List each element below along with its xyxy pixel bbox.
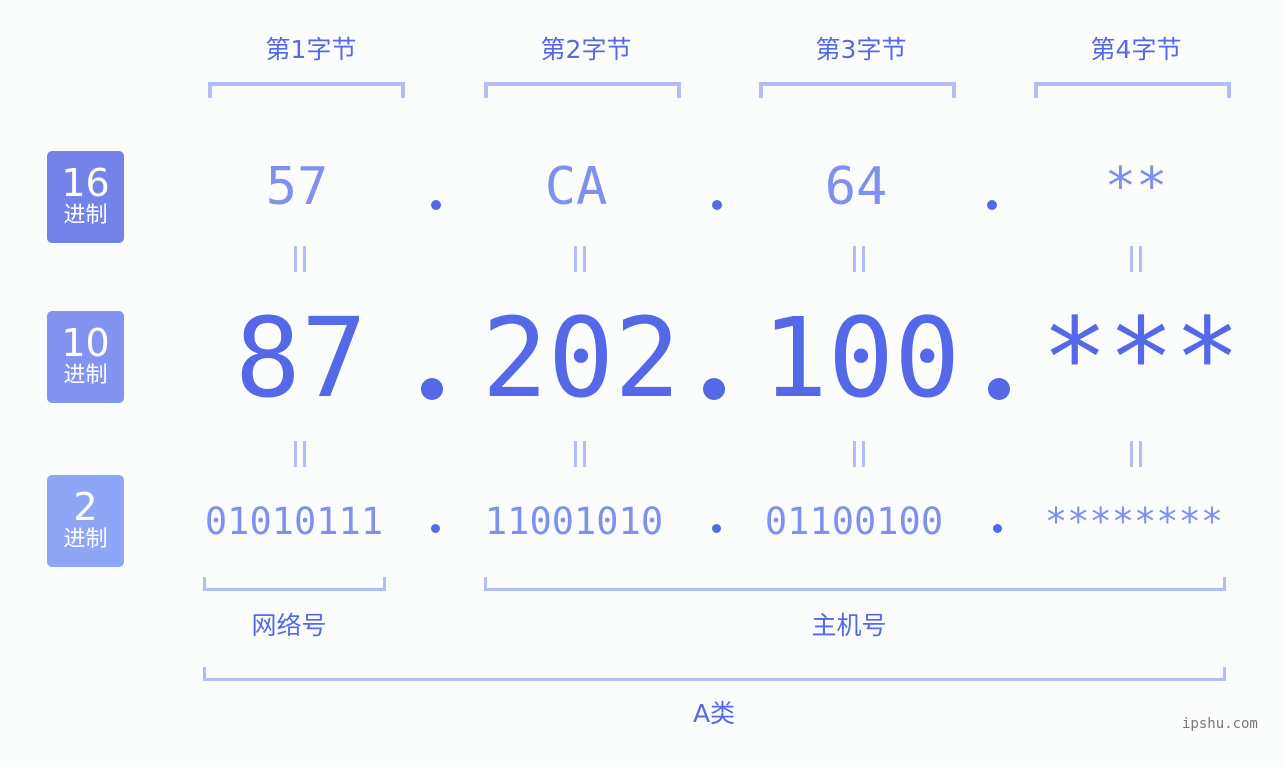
- equals-icon: [560, 441, 600, 475]
- dec-separator-dot: [421, 378, 443, 400]
- bin-separator-dot: [712, 524, 721, 533]
- equals-icon: [839, 441, 879, 475]
- hex-byte-3: 64: [824, 157, 888, 217]
- equals-icon: [1116, 441, 1156, 475]
- dec-separator-dot: [988, 378, 1010, 400]
- hex-separator-dot: [712, 200, 722, 210]
- host-bracket: [484, 577, 1226, 591]
- dec-byte-2: 202: [481, 294, 681, 422]
- watermark: ipshu.com: [1182, 716, 1258, 732]
- dec-byte-4: ***: [1041, 294, 1241, 422]
- bin-separator-dot: [431, 524, 440, 533]
- hex-byte-2: CA: [544, 157, 608, 217]
- dec-byte-3: 100: [761, 294, 961, 422]
- host-label: 主机号: [811, 611, 887, 640]
- equals-icon: [1116, 246, 1156, 280]
- bin-byte-4: ********: [1044, 500, 1224, 543]
- base-10-number: 10: [61, 321, 110, 365]
- byte-4-title: 第4字节: [1090, 35, 1182, 64]
- byte-1-title: 第1字节: [265, 35, 357, 64]
- hex-separator-dot: [431, 200, 441, 210]
- network-bracket: [203, 577, 386, 591]
- byte-2-bracket: [484, 82, 681, 98]
- class-bracket: [203, 667, 1226, 681]
- dec-separator-dot: [703, 378, 725, 400]
- network-label: 网络号: [251, 611, 327, 640]
- base-2-number: 2: [73, 485, 98, 529]
- equals-icon: [280, 441, 320, 475]
- byte-4-bracket: [1034, 82, 1231, 98]
- bin-byte-1: 01010111: [204, 500, 384, 543]
- byte-1-bracket: [208, 82, 405, 98]
- base-2-label: 进制: [63, 527, 108, 552]
- dec-byte-1: 87: [234, 294, 368, 422]
- class-label: A类: [692, 699, 736, 728]
- equals-icon: [280, 246, 320, 280]
- hex-byte-4: **: [1104, 157, 1168, 217]
- hex-byte-1: 57: [265, 157, 329, 217]
- equals-icon: [560, 246, 600, 280]
- bin-separator-dot: [993, 524, 1002, 533]
- byte-3-title: 第3字节: [815, 35, 907, 64]
- base-16-number: 16: [61, 161, 110, 205]
- bin-byte-2: 11001010: [484, 500, 664, 543]
- byte-3-bracket: [759, 82, 956, 98]
- hex-separator-dot: [987, 200, 997, 210]
- base-10-label: 进制: [63, 363, 108, 388]
- base-16-label: 进制: [63, 203, 108, 228]
- base-2-badge: 2 进制: [47, 475, 124, 567]
- base-16-badge: 16 进制: [47, 151, 124, 243]
- byte-2-title: 第2字节: [540, 35, 632, 64]
- bin-byte-3: 01100100: [764, 500, 944, 543]
- base-10-badge: 10 进制: [47, 311, 124, 403]
- equals-icon: [839, 246, 879, 280]
